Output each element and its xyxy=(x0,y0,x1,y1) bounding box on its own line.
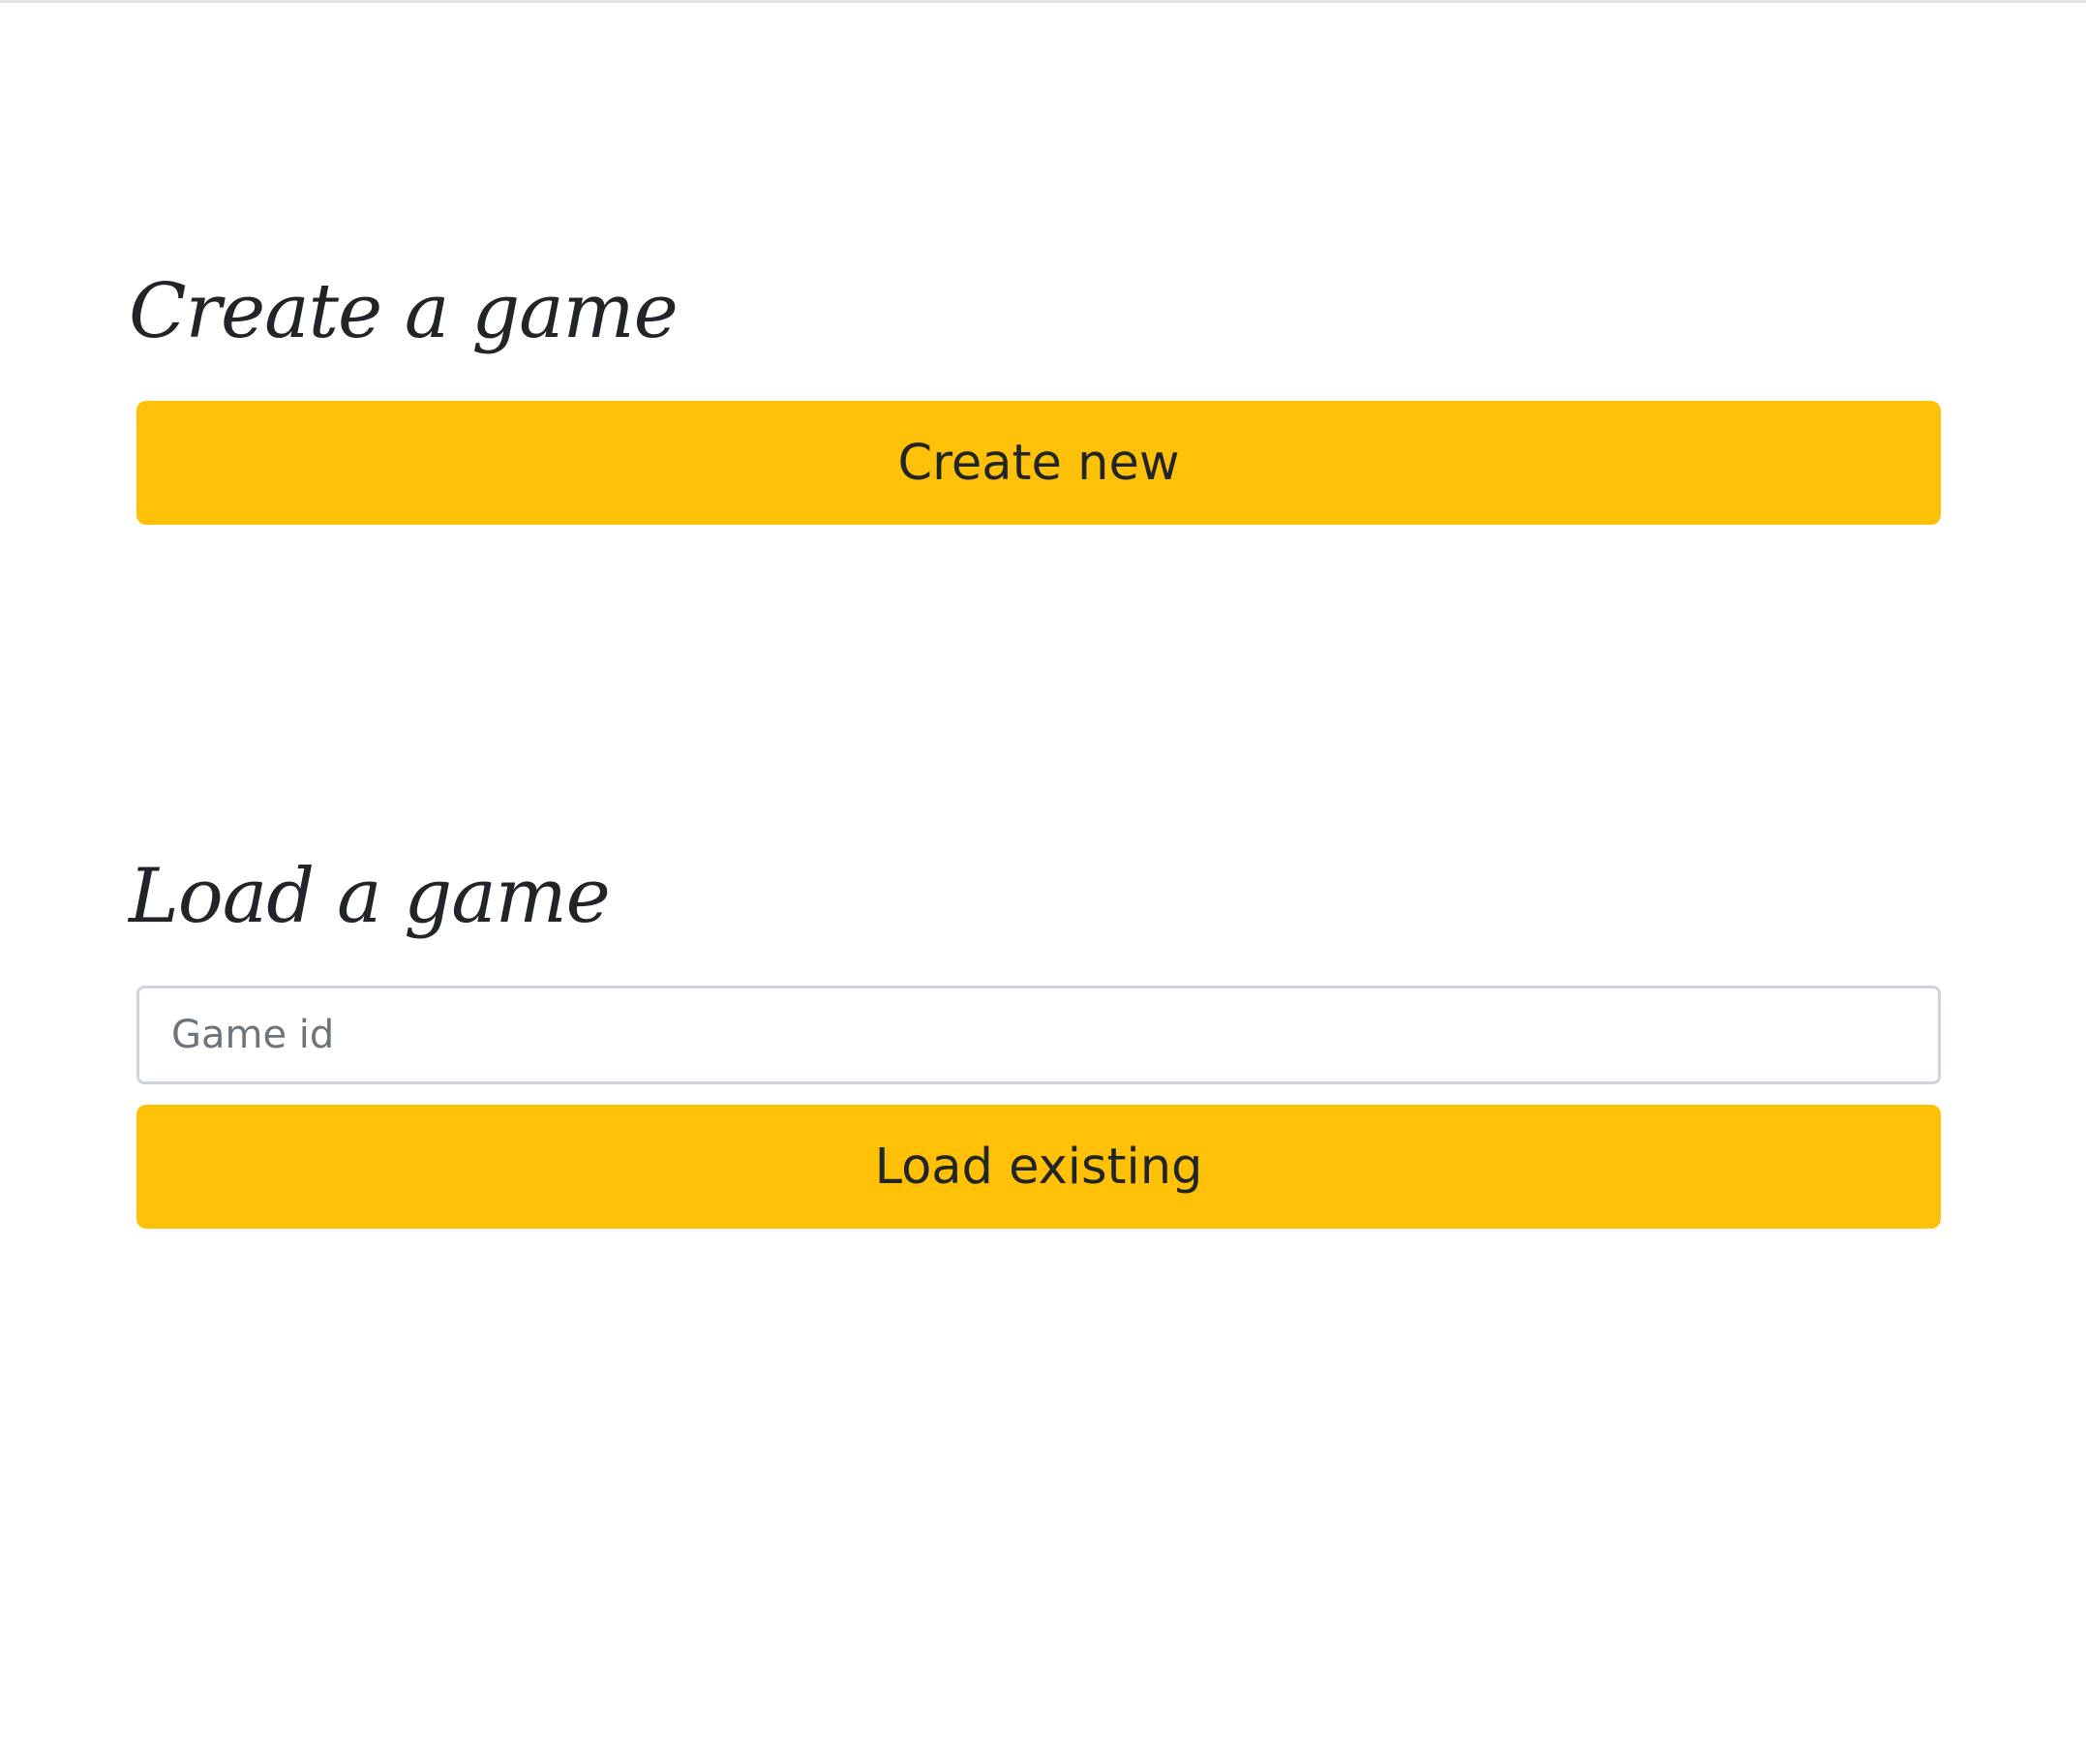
create-game-heading: Create a game xyxy=(129,268,679,355)
load-game-heading: Load a game xyxy=(129,853,611,940)
load-existing-button[interactable]: Load existing xyxy=(136,1105,1941,1229)
create-new-button[interactable]: Create new xyxy=(136,401,1941,525)
top-divider xyxy=(0,0,2086,3)
game-id-input[interactable] xyxy=(136,986,1941,1084)
